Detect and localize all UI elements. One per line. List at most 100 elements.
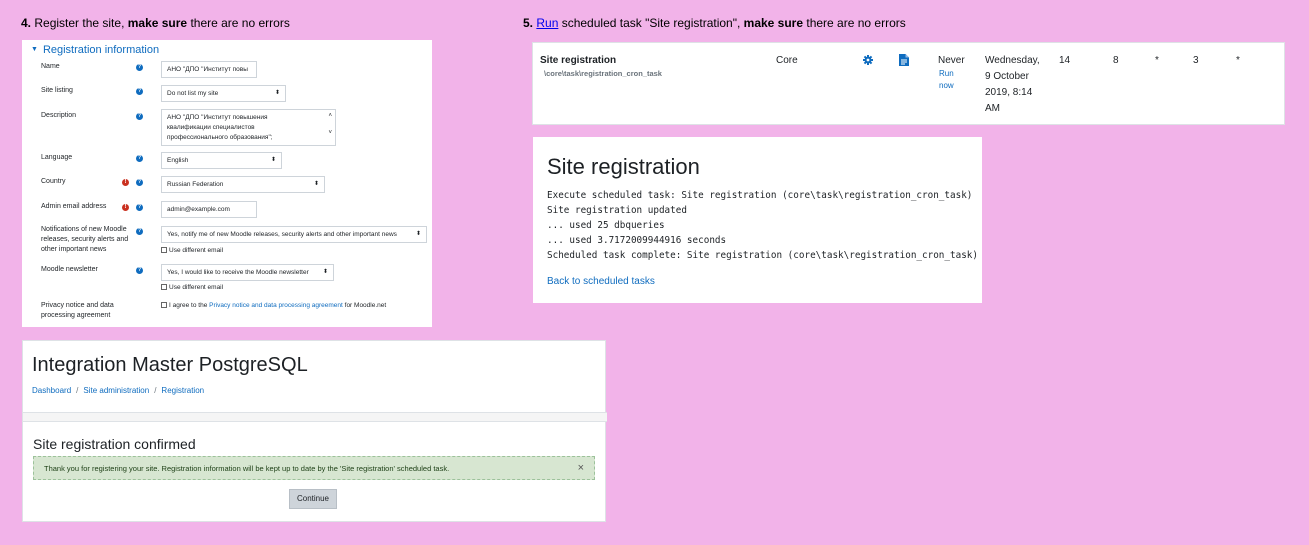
question-icon[interactable]: ? [136, 88, 143, 95]
question-icon[interactable]: ? [136, 113, 143, 120]
document-icon[interactable] [899, 54, 909, 66]
step-text: there are no errors [187, 16, 290, 30]
next-run: Wednesday, 9 October 2019, 8:14 AM [985, 53, 1040, 117]
log-line: ... used 25 dbqueries [547, 220, 665, 231]
breadcrumb-separator: / [76, 386, 79, 395]
admin-email-label: Admin email address [41, 203, 107, 210]
step-emphasis: make sure [127, 16, 188, 30]
question-icon[interactable]: ? [136, 204, 143, 211]
select-arrow-icon: ⬍ [313, 181, 319, 187]
label-line: other important news [41, 246, 107, 253]
run-now-line: now [939, 81, 954, 90]
log-title: Site registration [547, 154, 700, 179]
step-text: scheduled task "Site registration", [558, 16, 744, 30]
log-line: Site registration updated [547, 205, 687, 216]
step-text: Register the site, [34, 16, 128, 30]
select-value: Do not list my site [167, 90, 219, 97]
task-minute: 14 [1059, 55, 1071, 66]
name-field[interactable]: АНО "ДПО "Институт повы [161, 61, 257, 78]
task-log-panel: Site registration Execute scheduled task… [533, 137, 982, 303]
registration-form-panel: ▼ Registration information Name ? АНО "ДП… [22, 40, 432, 327]
question-icon[interactable]: ? [136, 155, 143, 162]
breadcrumb-site-administration[interactable]: Site administration [83, 386, 149, 395]
log-output: Execute scheduled task: Site registratio… [547, 188, 978, 263]
checkbox-label: Use different email [169, 247, 224, 254]
scroll-up-icon[interactable]: ˄ [328, 111, 332, 121]
description-label: Description [41, 112, 77, 119]
next-run-line: AM [985, 103, 1000, 114]
question-icon[interactable]: ? [136, 267, 143, 274]
gear-icon[interactable] [863, 55, 873, 65]
question-icon[interactable]: ? [136, 179, 143, 186]
step-number: 5. [523, 16, 534, 30]
select-value: Russian Federation [167, 181, 224, 188]
back-to-scheduled-tasks-link[interactable]: Back to scheduled tasks [547, 276, 655, 287]
next-run-line: 9 October [985, 71, 1029, 82]
language-label: Language [41, 154, 73, 161]
registration-section-toggle[interactable]: ▼ Registration information [31, 44, 159, 56]
alert-message: Thank you for registering your site. Reg… [44, 464, 450, 473]
task-month: * [1236, 55, 1240, 66]
select-value: Yes, I would like to receive the Moodle … [167, 269, 309, 276]
newsletter-different-email-checkbox[interactable]: Use different email [161, 284, 223, 291]
step-number: 4. [21, 16, 32, 30]
breadcrumb: Dashboard / Site administration / Registrati… [32, 386, 204, 395]
page-title: Integration Master PostgreSQL [32, 354, 308, 376]
step-5-instruction: 5. Run scheduled task "Site registration… [523, 16, 906, 30]
notifications-select[interactable]: Yes, notify me of new Moodle releases, s… [161, 226, 427, 243]
agree-text: for Moodle.net [342, 302, 387, 309]
run-now-link[interactable]: Run now [939, 68, 954, 92]
run-link[interactable]: Run [536, 16, 558, 30]
site-listing-select[interactable]: Do not list my site ⬍ [161, 85, 286, 102]
step-text: there are no errors [803, 16, 906, 30]
success-alert: Thank you for registering your site. Reg… [33, 456, 595, 480]
admin-email-field[interactable]: admin@example.com [161, 201, 257, 218]
next-run-line: Wednesday, [985, 55, 1040, 66]
textarea-line: АНО "ДПО "Институт повышения [167, 114, 268, 121]
language-select[interactable]: English ⬍ [161, 152, 282, 169]
country-select[interactable]: Russian Federation ⬍ [161, 176, 325, 193]
scheduled-task-row: Site registration \core\task\registratio… [532, 42, 1285, 125]
checkbox-box[interactable] [161, 284, 167, 290]
checkbox-label: Use different email [169, 284, 224, 291]
checkbox-box[interactable] [161, 302, 167, 308]
checkbox-box[interactable] [161, 247, 167, 253]
textarea-line: квалификации специалистов [167, 124, 255, 131]
select-arrow-icon: ⬍ [270, 157, 276, 163]
notifications-label: Notifications of new Moodle releases, se… [41, 225, 128, 255]
privacy-label: Privacy notice and data processing agree… [41, 301, 114, 321]
section-title: Registration information [42, 44, 160, 56]
description-textarea[interactable]: АНО "ДПО "Институт повышения квалификаци… [161, 109, 336, 146]
breadcrumb-dashboard[interactable]: Dashboard [32, 386, 71, 395]
select-arrow-icon: ⬍ [322, 269, 328, 275]
breadcrumb-registration[interactable]: Registration [161, 386, 204, 395]
scroll-down-icon[interactable]: ˅ [328, 128, 332, 138]
select-arrow-icon: ⬍ [415, 231, 421, 237]
task-day-of-week: 3 [1193, 55, 1199, 66]
step-4-instruction: 4. Register the site, make sure there ar… [21, 16, 290, 30]
label-line: processing agreement [41, 312, 111, 319]
run-now-line: Run [939, 69, 954, 78]
last-run: Never [938, 55, 965, 66]
newsletter-select[interactable]: Yes, I would like to receive the Moodle … [161, 264, 334, 281]
task-day: * [1155, 55, 1159, 66]
continue-button[interactable]: Continue [289, 489, 337, 509]
error-icon: ! [122, 179, 129, 186]
registration-confirmed-panel: Integration Master PostgreSQL Dashboard /… [22, 340, 607, 522]
question-icon[interactable]: ? [136, 228, 143, 235]
notifications-different-email-checkbox[interactable]: Use different email [161, 247, 223, 254]
chevron-down-icon: ▼ [31, 46, 38, 53]
privacy-agree-checkbox[interactable]: I agree to the Privacy notice and data p… [161, 302, 386, 309]
task-hour: 8 [1113, 55, 1119, 66]
close-icon[interactable]: × [578, 462, 584, 474]
step-emphasis: make sure [743, 16, 804, 30]
privacy-link[interactable]: Privacy notice and data processing agree… [209, 302, 343, 309]
select-value: English [167, 157, 189, 164]
log-line: Execute scheduled task: Site registratio… [547, 190, 973, 201]
question-icon[interactable]: ? [136, 64, 143, 71]
name-label: Name [41, 63, 60, 70]
task-component: Core [776, 55, 798, 66]
site-listing-label: Site listing [41, 87, 73, 94]
log-line: Scheduled task complete: Site registrati… [547, 250, 978, 261]
textarea-line: профессионального образования"; [167, 134, 273, 141]
